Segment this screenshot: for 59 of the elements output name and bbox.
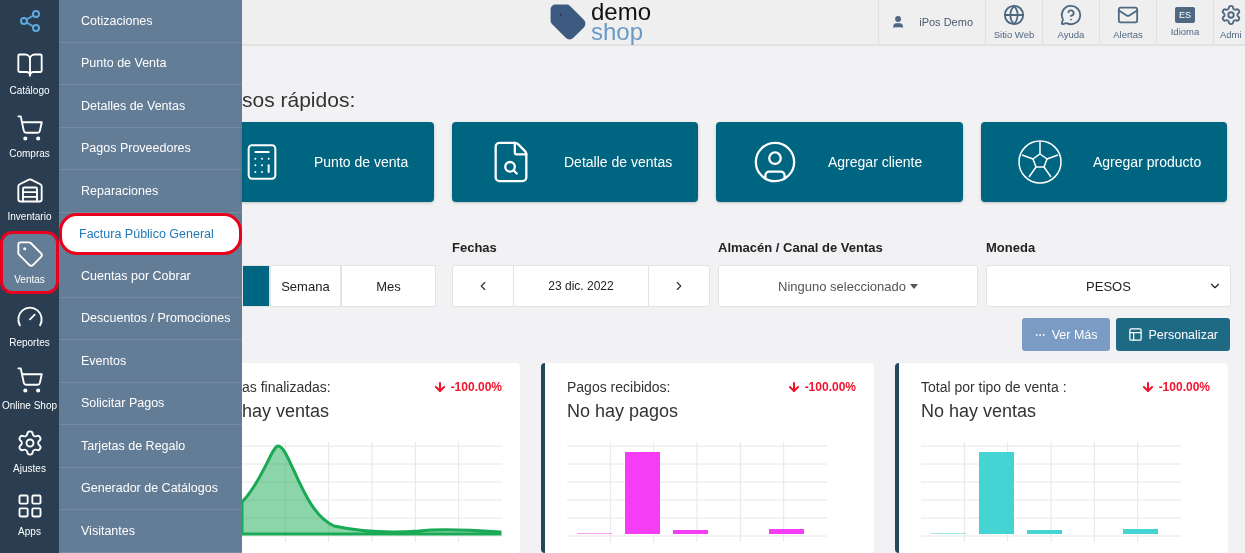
change-value: -100.00%	[786, 380, 856, 394]
sidebar-item[interactable]: Ventas	[0, 231, 59, 294]
stat-title: Total por tipo de venta :	[921, 379, 1067, 395]
quick-access-card[interactable]: Agregar producto	[981, 122, 1227, 202]
sidebar-item[interactable]: Inventario	[0, 168, 59, 231]
mail-icon	[1117, 4, 1139, 26]
header-action[interactable]: Admi	[1213, 0, 1245, 44]
stat-value: No hay pagos	[567, 401, 680, 422]
sidebar-item[interactable]: Ajustes	[0, 420, 59, 483]
header-action[interactable]: Ayuda	[1042, 0, 1099, 44]
network-logo-icon	[17, 9, 42, 33]
customize-button[interactable]: Personalizar	[1115, 318, 1230, 351]
field-label: Almacén / Canal de Ventas	[718, 240, 884, 257]
header-action[interactable]: Sitio Web	[985, 0, 1042, 44]
quick-access-card[interactable]: Agregar cliente	[716, 122, 963, 202]
sidebar-item[interactable]: Apps	[0, 483, 59, 546]
period-tab[interactable]: Semana	[269, 265, 341, 307]
stat-title: as finalizadas:	[242, 379, 331, 395]
globe-icon	[1003, 4, 1025, 26]
menu-item[interactable]: Descuentos / Promociones	[59, 297, 242, 340]
change-value: -100.00%	[432, 380, 502, 394]
stat-value: No hay ventas	[921, 401, 1038, 422]
menu-item[interactable]: Detalles de Ventas	[59, 85, 242, 128]
section-title: sos rápidos:	[242, 88, 357, 112]
ball-icon	[1017, 139, 1063, 185]
user-name[interactable]: iPos Demo	[919, 16, 973, 28]
field-label: Fechas	[452, 240, 498, 257]
language-badge: ES	[1175, 7, 1195, 23]
field-label: Moneda	[986, 240, 1037, 257]
sidebar-item[interactable]: Catálogo	[0, 42, 59, 105]
period-tab[interactable]: Mes	[340, 265, 436, 307]
cart-icon	[15, 366, 44, 394]
sidebar-item[interactable]: Online Shop	[0, 357, 59, 420]
logo-text: demo	[590, 2, 651, 22]
cart-icon	[15, 114, 44, 142]
period-tab[interactable]	[242, 265, 270, 307]
stat-value: hay ventas	[242, 401, 331, 422]
menu-item[interactable]: Eventos	[59, 340, 242, 383]
warehouse-dropdown[interactable]: Ninguno seleccionado	[718, 265, 978, 307]
help-icon	[1060, 4, 1082, 26]
sidebar-item[interactable]: Compras	[0, 105, 59, 168]
tag-logo-icon	[548, 3, 587, 41]
currency-select[interactable]: PESOS	[986, 265, 1231, 307]
stat-title: Pagos recibidos:	[567, 379, 671, 395]
menu-item[interactable]: Punto de Venta	[59, 42, 242, 85]
quick-access-card[interactable]: Punto de venta	[242, 122, 434, 202]
settings-icon	[1220, 4, 1242, 26]
book-icon	[15, 51, 44, 79]
person-icon	[752, 139, 798, 185]
panel-icon	[1127, 327, 1143, 342]
quick-access-card[interactable]: Detalle de ventas	[452, 122, 698, 202]
sidebar-item[interactable]: Reportes	[0, 294, 59, 357]
caret-icon	[909, 283, 918, 289]
tag-icon	[15, 240, 44, 268]
header-action[interactable]: Alertas	[1099, 0, 1156, 44]
warehouse-icon	[15, 177, 44, 205]
header-action[interactable]: ES Idioma	[1156, 0, 1213, 44]
change-value: -100.00%	[1140, 380, 1210, 394]
menu-item[interactable]: Factura Público General	[59, 212, 242, 255]
